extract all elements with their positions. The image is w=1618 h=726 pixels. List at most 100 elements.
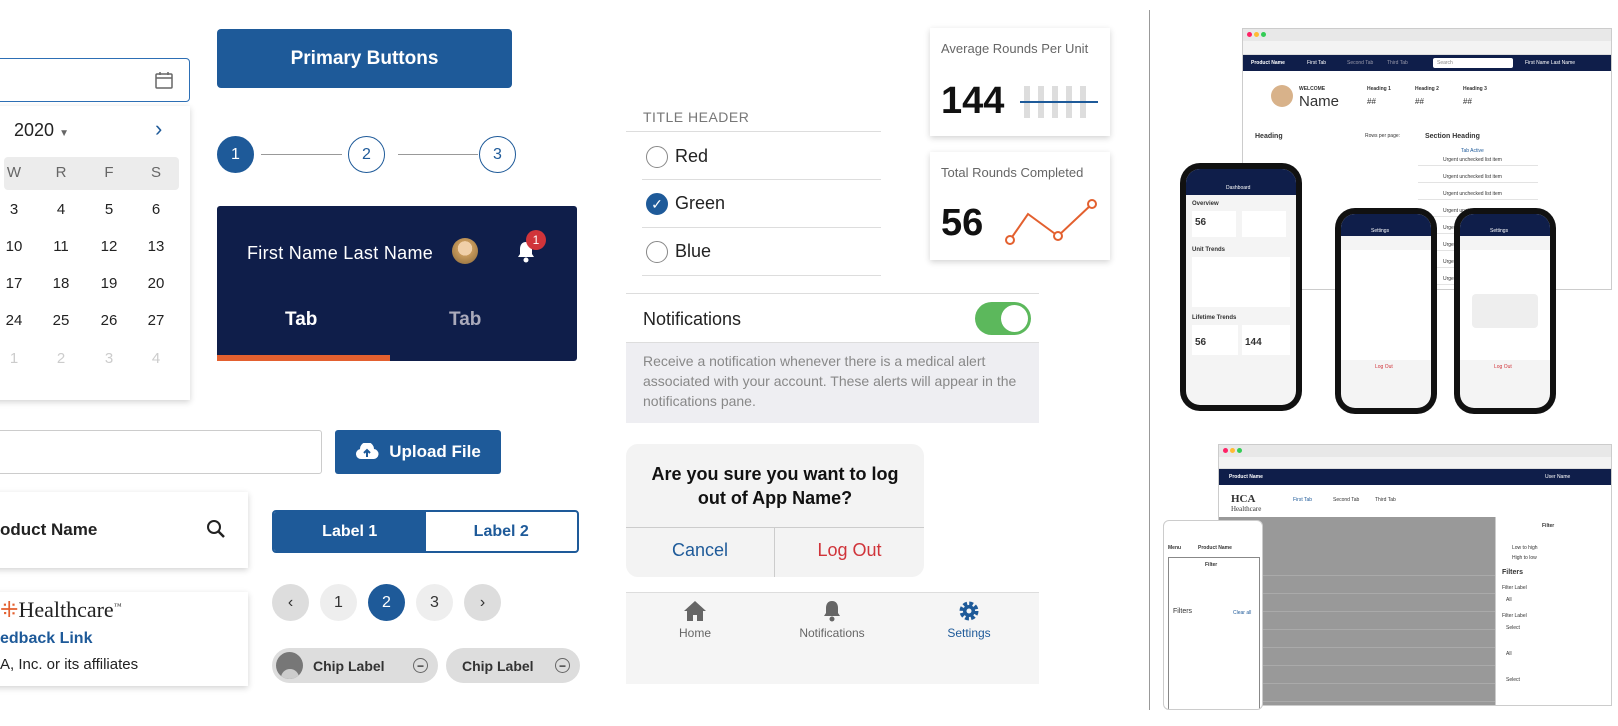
- calendar-day[interactable]: 11: [41, 238, 81, 255]
- preview-clear-all: Clear all: [1233, 610, 1252, 616]
- preview-select: Select: [1506, 625, 1520, 631]
- tab-label: Settings: [947, 626, 991, 640]
- search-icon[interactable]: [206, 519, 226, 539]
- calendar-day[interactable]: 25: [41, 312, 81, 329]
- gear-icon: [959, 601, 979, 621]
- remove-icon[interactable]: −: [555, 658, 570, 673]
- preview-radio: Low to high: [1512, 545, 1538, 551]
- preview-nav: Product Name First Tab Second Tab Third …: [1243, 55, 1611, 71]
- chip-label: Chip Label: [462, 657, 534, 674]
- desktop-preview-filter: Product Name User Name HCA Healthcare Fi…: [1218, 444, 1612, 706]
- file-input[interactable]: [0, 430, 322, 474]
- preview-heading: Heading 2: [1415, 86, 1439, 92]
- calendar-day[interactable]: 24: [0, 312, 34, 329]
- kpi-value: 56: [941, 202, 984, 244]
- preview-filter: Filter: [1205, 562, 1218, 568]
- calendar-day[interactable]: 4: [41, 201, 81, 218]
- product-name: oduct Name: [0, 520, 98, 539]
- kpi-title: Total Rounds Completed: [941, 165, 1084, 180]
- chevron-left-icon[interactable]: ‹: [272, 584, 309, 621]
- calendar-day[interactable]: 17: [0, 275, 34, 292]
- calendar-day[interactable]: 12: [89, 238, 129, 255]
- chip[interactable]: Chip Label −: [272, 648, 438, 683]
- filter-panel: Filter Low to high High to low Filters F…: [1495, 517, 1611, 705]
- year-label: 2020: [14, 120, 55, 140]
- radio-green[interactable]: ✓: [646, 193, 668, 215]
- table-row: [1418, 199, 1538, 200]
- calendar-day-next-month[interactable]: 1: [0, 350, 34, 367]
- date-input[interactable]: [0, 58, 190, 102]
- preview-user-name: User Name: [1545, 474, 1571, 480]
- page-3[interactable]: 3: [416, 584, 453, 621]
- segmented-control: Label 1 Label 2: [272, 510, 579, 553]
- chip[interactable]: Chip Label −: [446, 648, 580, 683]
- radio-red[interactable]: [646, 146, 668, 168]
- page-2[interactable]: 2: [368, 584, 405, 621]
- segment-label-1[interactable]: Label 1: [274, 512, 426, 551]
- notifications-toggle[interactable]: [975, 302, 1031, 335]
- preview-rows: Rows per page:: [1365, 133, 1401, 139]
- phone-preview-dashboard: Dashboard Overview 56 Unit Trends Lifeti…: [1180, 163, 1302, 411]
- year-selector[interactable]: 2020 ▼: [14, 120, 69, 141]
- radio-blue[interactable]: [646, 241, 668, 263]
- calendar-day[interactable]: 18: [41, 275, 81, 292]
- preview-heading: Heading 1: [1367, 86, 1391, 92]
- preview-select: All: [1506, 597, 1512, 603]
- preview-welcome: WELCOME: [1299, 86, 1326, 92]
- preview-filters: Filters: [1173, 608, 1193, 615]
- chevron-right-icon[interactable]: ›: [155, 116, 162, 142]
- calendar-day-next-month[interactable]: 3: [89, 350, 129, 367]
- divider: [626, 131, 881, 132]
- step-2[interactable]: 2: [348, 136, 385, 173]
- step-1[interactable]: 1: [217, 136, 254, 173]
- calendar-day[interactable]: 5: [89, 201, 129, 218]
- calendar-day-next-month[interactable]: 4: [136, 350, 176, 367]
- preview-search: Search: [1437, 60, 1453, 66]
- tab-notifications[interactable]: Notifications: [777, 599, 887, 640]
- remove-icon[interactable]: −: [413, 658, 428, 673]
- kpi-value: 144: [941, 80, 1005, 122]
- calendar-day[interactable]: 27: [136, 312, 176, 329]
- log-out-button[interactable]: Log Out: [775, 540, 924, 561]
- calendar-day[interactable]: 19: [89, 275, 129, 292]
- stepper-connector: [261, 154, 342, 155]
- calendar-day-next-month[interactable]: 2: [41, 350, 81, 367]
- segment-label-2[interactable]: Label 2: [426, 512, 578, 551]
- cancel-button[interactable]: Cancel: [626, 540, 774, 561]
- upload-file-button[interactable]: Upload File: [335, 430, 501, 474]
- calendar-day[interactable]: 10: [0, 238, 34, 255]
- upload-label: Upload File: [389, 442, 481, 461]
- preview-hca: HCA: [1231, 493, 1256, 505]
- avatar[interactable]: [452, 238, 478, 264]
- kpi-card-average-rounds: Average Rounds Per Unit 144: [930, 28, 1110, 136]
- calendar-day[interactable]: 26: [89, 312, 129, 329]
- calendar-day[interactable]: 3: [0, 201, 34, 218]
- preview-tab-active: Tab Active: [1461, 148, 1484, 154]
- preview-kpi: 56: [1195, 217, 1207, 228]
- bottom-tab-bar: Home Notifications Settings: [626, 592, 1039, 684]
- preview-tab: Third Tab: [1375, 497, 1396, 503]
- kpi-card-total-rounds: Total Rounds Completed 56: [930, 152, 1110, 260]
- calendar-day[interactable]: 13: [136, 238, 176, 255]
- radio-label: Green: [675, 193, 726, 213]
- page-1[interactable]: 1: [320, 584, 357, 621]
- primary-button[interactable]: Primary Buttons: [217, 29, 512, 88]
- preview-filters: Filters: [1502, 569, 1524, 576]
- avatar: [1271, 85, 1293, 107]
- feedback-link[interactable]: edback Link: [0, 630, 92, 648]
- tab-first[interactable]: Tab: [285, 309, 317, 331]
- calendar-day[interactable]: 6: [136, 201, 176, 218]
- calendar-icon[interactable]: [155, 71, 173, 89]
- chevron-right-icon[interactable]: ›: [464, 584, 501, 621]
- preview-kpi: 144: [1245, 337, 1262, 348]
- calendar-day[interactable]: 20: [136, 275, 176, 292]
- preview-product-name: Product Name: [1251, 60, 1285, 66]
- tab-second[interactable]: Tab: [449, 309, 481, 331]
- weekday-label: R: [55, 164, 67, 181]
- tab-settings[interactable]: Settings: [914, 599, 1024, 640]
- tab-home[interactable]: Home: [640, 599, 750, 640]
- user-name: First Name Last Name: [247, 243, 434, 263]
- step-3[interactable]: 3: [479, 136, 516, 173]
- kpi-title: Average Rounds Per Unit: [941, 41, 1089, 56]
- footer-card: ⁜Healthcare™ edback Link A, Inc. or its …: [0, 592, 248, 686]
